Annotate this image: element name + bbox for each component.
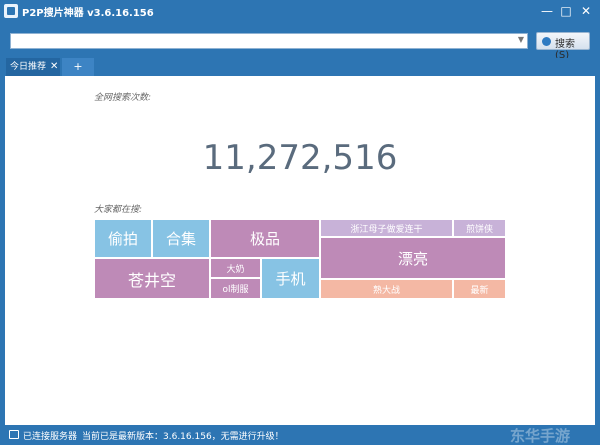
status-bar: 已连接服务器 当前已是最新版本：3.6.16.156，无需进行升级！ 东华手游 [0,425,600,445]
hot-term-tile[interactable]: 手机 [261,258,320,299]
hot-term-tile[interactable]: 熟大战 [320,279,453,299]
hot-term-tile[interactable]: 漂亮 [320,237,506,279]
app-window: P2P搜片神器 v3.6.16.156 — □ ✕ ▼ 搜索(S) 今日推荐 ✕… [0,0,600,445]
search-input[interactable] [11,39,511,54]
close-button[interactable]: ✕ [575,2,597,20]
tab-close-icon[interactable]: ✕ [50,58,58,76]
title-bar: P2P搜片神器 v3.6.16.156 — □ ✕ [0,0,600,22]
search-box[interactable]: ▼ [10,33,528,54]
hot-term-tile[interactable]: 最新 [453,279,506,299]
hot-term-tile[interactable]: 苍井空 [94,258,210,299]
hot-term-tile[interactable]: 合集 [152,219,210,258]
hot-term-tile[interactable]: 大奶 [210,258,261,278]
new-tab-button[interactable]: + [62,58,94,76]
total-search-label: 全网搜索次数: [94,93,152,103]
search-row: ▼ 搜索(S) [0,22,600,61]
hot-search-label: 大家都在搜: [94,205,143,215]
hot-term-tile[interactable]: ol制服 [210,278,261,299]
connection-icon [9,430,19,439]
search-icon [542,37,551,46]
maximize-button[interactable]: □ [555,2,577,20]
main-panel: 全网搜索次数: 11,272,516 大家都在搜: 偷拍 合集 苍井空 极品 大… [5,76,595,425]
search-button[interactable]: 搜索(S) [536,32,590,61]
tab-label: 今日推荐 [10,62,47,72]
total-search-count: 11,272,516 [202,138,398,178]
window-title: P2P搜片神器 v3.6.16.156 [22,8,154,19]
app-icon [4,4,18,18]
hot-terms-grid: 偷拍 合集 苍井空 极品 大奶 ol制服 手机 浙江母子做爱连干 煎饼侠 漂亮 … [94,219,506,299]
connection-status: 已连接服务器 [23,432,78,442]
hot-term-tile[interactable]: 偷拍 [94,219,152,258]
tab-recommend[interactable]: 今日推荐 ✕ [6,58,60,76]
watermark: 东华手游 [510,427,571,445]
tab-bar: 今日推荐 ✕ + [0,58,600,76]
version-status: 当前已是最新版本：3.6.16.156，无需进行升级！ [82,432,284,442]
hot-term-tile[interactable]: 极品 [210,219,320,258]
chevron-down-icon[interactable]: ▼ [518,35,524,44]
hot-term-tile[interactable]: 浙江母子做爱连干 [320,219,453,237]
hot-term-tile[interactable]: 煎饼侠 [453,219,506,237]
